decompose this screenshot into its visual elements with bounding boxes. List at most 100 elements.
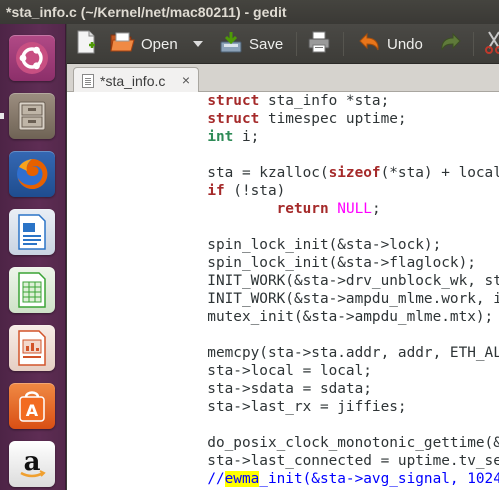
- running-indicator: [0, 113, 4, 119]
- code-token: (!sta): [224, 183, 286, 199]
- code-line[interactable]: INIT_WORK(&sta->drv_unblock_wk, sta_unbl: [138, 272, 499, 290]
- code-token: return: [276, 201, 329, 217]
- code-line[interactable]: [138, 146, 499, 164]
- code-line[interactable]: do_posix_clock_monotonic_gettime(&uptime: [138, 434, 499, 452]
- launcher-software-center[interactable]: A: [6, 380, 58, 432]
- open-button[interactable]: Open: [109, 24, 178, 64]
- code-token: struct: [207, 111, 260, 127]
- code-token: if: [207, 183, 225, 199]
- document-tabbar: *sta_info.c ×: [67, 64, 499, 93]
- launcher-calc[interactable]: [6, 264, 58, 316]
- open-label: Open: [141, 35, 178, 53]
- code-token: sta->local = local;: [138, 363, 372, 379]
- file-cabinet-icon: [9, 93, 55, 139]
- code-line[interactable]: memcpy(sta->sta.addr, addr, ETH_ALEN);: [138, 344, 499, 362]
- print-button[interactable]: [307, 24, 331, 64]
- toolbar-separator: [296, 32, 297, 56]
- code-token: NULL: [337, 201, 372, 217]
- launcher-impress[interactable]: [6, 322, 58, 374]
- code-token: i;: [233, 129, 260, 145]
- code-line[interactable]: INIT_WORK(&sta->ampdu_mlme.work, ieee802: [138, 290, 499, 308]
- code-line[interactable]: spin_lock_init(&sta->lock);: [138, 236, 499, 254]
- new-document-button[interactable]: [75, 24, 97, 64]
- launcher-writer[interactable]: [6, 206, 58, 258]
- code-token: struct: [207, 93, 260, 109]
- new-document-icon: [75, 30, 97, 58]
- software-center-icon: A: [9, 383, 55, 429]
- redo-button[interactable]: [439, 24, 463, 64]
- code-token: spin_lock_init(&sta->lock);: [138, 237, 442, 253]
- undo-label: Undo: [387, 35, 423, 53]
- undo-arrow-icon: [357, 31, 381, 57]
- code-token: //: [207, 471, 225, 487]
- code-token: spin_lock_init(&sta->flaglock);: [138, 255, 476, 271]
- save-label: Save: [249, 35, 284, 53]
- code-line[interactable]: sta = kzalloc(sizeof(*sta) + local->hw.s…: [138, 164, 499, 182]
- tab-label: *sta_info.c: [100, 72, 166, 89]
- svg-text:A: A: [26, 401, 39, 420]
- toolbar: Open Save Undo: [67, 24, 499, 64]
- undo-button[interactable]: Undo: [357, 24, 423, 64]
- launcher-files[interactable]: [0, 90, 58, 142]
- code-line[interactable]: int i;: [138, 128, 499, 146]
- launcher-amazon[interactable]: a: [6, 438, 58, 490]
- code-token: INIT_WORK(&sta->drv_unblock_wk, sta_unbl: [207, 273, 499, 289]
- code-token: INIT_WORK(&sta->ampdu_mlme.work, ieee802: [207, 291, 499, 307]
- code-token: sizeof: [328, 165, 381, 181]
- redo-arrow-icon: [439, 31, 463, 57]
- code-token: sta->last_rx = jiffies;: [138, 399, 407, 415]
- code-line[interactable]: sta->last_connected = uptime.tv_sec;: [138, 452, 499, 470]
- toolbar-separator: [473, 32, 474, 56]
- code-token: sta_info *sta;: [259, 93, 390, 109]
- code-line[interactable]: sta->sdata = sdata;: [138, 380, 499, 398]
- open-folder-icon: [109, 30, 135, 58]
- cut-button[interactable]: [485, 24, 499, 64]
- code-token: timespec uptime;: [259, 111, 407, 127]
- recent-files-dropdown[interactable]: [192, 24, 204, 64]
- libreoffice-impress-icon: [9, 325, 55, 371]
- code-line[interactable]: [138, 218, 499, 236]
- code-line[interactable]: sta->local = local;: [138, 362, 499, 380]
- code-line[interactable]: [138, 416, 499, 434]
- code-token: _init(&sta->avg_signal, 1024, 8);: [259, 471, 499, 487]
- code-token: ;: [371, 201, 381, 217]
- code-token: ewma: [224, 471, 260, 487]
- save-icon: [219, 30, 243, 58]
- launcher-firefox[interactable]: [6, 148, 58, 200]
- code-token: sta->sdata = sdata;: [138, 381, 372, 397]
- text-document-icon: [82, 73, 94, 88]
- code-editor[interactable]: struct sta_info *sta; struct timespec up…: [67, 92, 499, 490]
- libreoffice-writer-icon: [9, 209, 55, 255]
- tab-sta-info[interactable]: *sta_info.c ×: [73, 67, 199, 93]
- printer-icon: [307, 30, 331, 58]
- libreoffice-calc-icon: [9, 267, 55, 313]
- code-line[interactable]: //ewma_init(&sta->avg_signal, 1024, 8);: [138, 470, 499, 488]
- code-line[interactable]: spin_lock_init(&sta->flaglock);: [138, 254, 499, 272]
- close-tab-icon[interactable]: ×: [182, 72, 190, 88]
- window-title: *sta_info.c (~/Kernel/net/mac80211) - ge…: [0, 0, 499, 24]
- code-line[interactable]: return NULL;: [138, 200, 499, 218]
- code-line[interactable]: if (!sta): [138, 182, 499, 200]
- code-line[interactable]: [138, 326, 499, 344]
- source-code[interactable]: struct sta_info *sta; struct timespec up…: [138, 92, 499, 488]
- unity-launcher: A a: [0, 24, 66, 490]
- code-token: mutex_init(&sta->ampdu_mlme.mtx);: [138, 309, 494, 325]
- launcher-dash[interactable]: [6, 32, 58, 84]
- firefox-icon: [9, 151, 55, 197]
- code-line[interactable]: struct sta_info *sta;: [138, 92, 499, 110]
- ubuntu-dash-icon: [9, 35, 55, 81]
- scissors-icon: [485, 30, 499, 58]
- code-line[interactable]: struct timespec uptime;: [138, 110, 499, 128]
- code-line[interactable]: sta->last_rx = jiffies;: [138, 398, 499, 416]
- code-token: int: [207, 129, 234, 145]
- svg-text:a: a: [24, 447, 41, 477]
- code-line[interactable]: mutex_init(&sta->ampdu_mlme.mtx);: [138, 308, 499, 326]
- save-button[interactable]: Save: [219, 24, 283, 64]
